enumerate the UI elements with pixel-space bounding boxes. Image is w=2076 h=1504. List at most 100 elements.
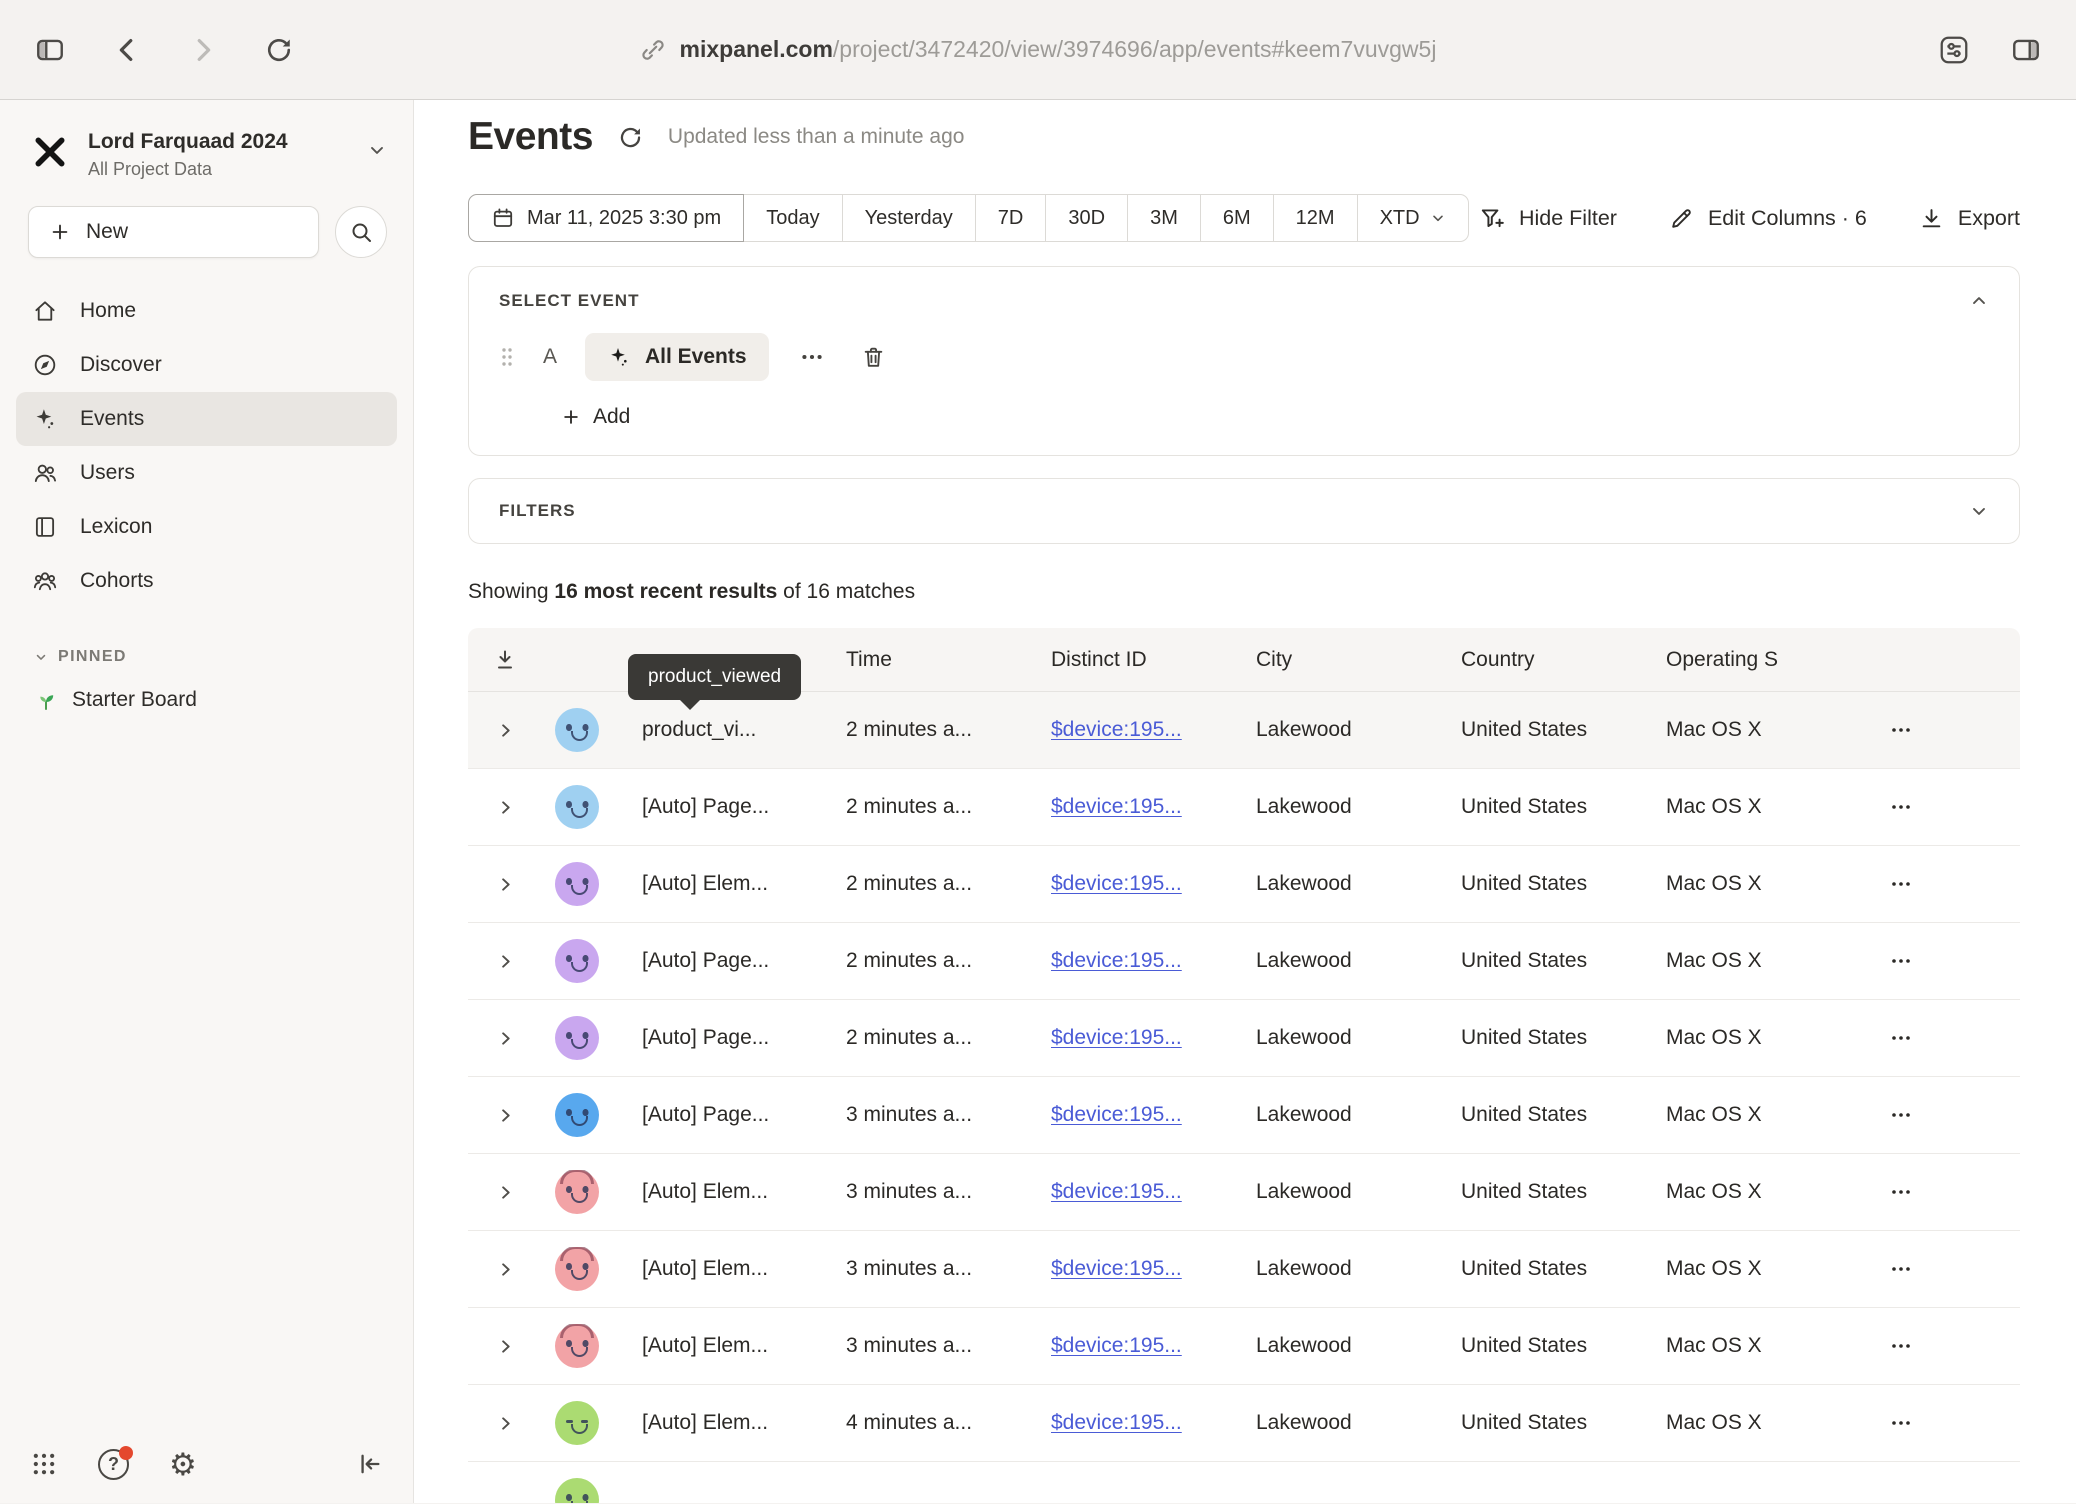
header-country[interactable]: Country xyxy=(1461,648,1666,672)
row-actions-icon[interactable] xyxy=(1883,1020,1919,1056)
chevron-up-icon[interactable] xyxy=(1969,291,1989,311)
header-city[interactable]: City xyxy=(1256,648,1461,672)
distinct-id-link[interactable]: $device:195... xyxy=(1051,1103,1256,1127)
gear-icon[interactable]: ⚙ xyxy=(169,1449,197,1480)
preset-6m[interactable]: 6M xyxy=(1200,194,1274,242)
row-expand-chevron[interactable] xyxy=(468,952,542,971)
distinct-id-link[interactable]: $device:195... xyxy=(1051,1026,1256,1050)
event-name[interactable]: [Auto] Elem... xyxy=(612,1257,846,1281)
distinct-id-link[interactable]: $device:195... xyxy=(1051,1180,1256,1204)
pinned-item-starter-board[interactable]: Starter Board xyxy=(0,676,413,724)
preset-3m[interactable]: 3M xyxy=(1127,194,1201,242)
apps-grid-icon[interactable] xyxy=(30,1450,58,1478)
event-name[interactable]: product_vi... xyxy=(612,718,846,742)
event-name[interactable]: [Auto] Page... xyxy=(612,1103,846,1127)
row-expand-chevron[interactable] xyxy=(468,798,542,817)
address-bar[interactable]: mixpanel.com/project/3472420/view/397469… xyxy=(0,0,2076,99)
distinct-id-link[interactable]: $device:195... xyxy=(1051,795,1256,819)
distinct-id-link[interactable]: $device:195... xyxy=(1051,1257,1256,1281)
distinct-id-link[interactable]: $device:195... xyxy=(1051,1411,1256,1435)
row-expand-chevron[interactable] xyxy=(468,1337,542,1356)
back-icon[interactable] xyxy=(112,35,142,65)
row-expand-chevron[interactable] xyxy=(468,1414,542,1433)
refresh-icon[interactable] xyxy=(617,124,644,151)
drag-handle-icon[interactable] xyxy=(499,345,515,369)
browser-sidebar-toggle-icon[interactable] xyxy=(34,34,66,66)
preset-12m[interactable]: 12M xyxy=(1273,194,1358,242)
distinct-id-link[interactable]: $device:195... xyxy=(1051,1334,1256,1358)
table-row[interactable]: [Auto] Elem... 3 minutes a... $device:19… xyxy=(468,1308,2020,1385)
distinct-id-link[interactable]: $device:195... xyxy=(1051,718,1256,742)
add-event-button[interactable]: Add xyxy=(561,405,630,429)
row-expand-chevron[interactable] xyxy=(468,1183,542,1202)
jump-to-latest-icon[interactable] xyxy=(468,648,542,672)
help-icon[interactable]: ? xyxy=(98,1449,129,1480)
collapse-sidebar-icon[interactable] xyxy=(355,1450,383,1478)
trash-icon[interactable] xyxy=(855,339,892,376)
sidebar-item-discover[interactable]: Discover xyxy=(16,338,397,392)
sidebar-item-lexicon[interactable]: Lexicon xyxy=(16,500,397,554)
header-distinct-id[interactable]: Distinct ID xyxy=(1051,648,1256,672)
browser-extensions-icon[interactable] xyxy=(1938,34,1970,66)
row-expand-chevron[interactable] xyxy=(468,721,542,740)
reload-icon[interactable] xyxy=(264,35,294,65)
sidebar-item-cohorts[interactable]: Cohorts xyxy=(16,554,397,608)
table-row[interactable]: [Auto] Page... 2 minutes a... $device:19… xyxy=(468,1000,2020,1077)
row-actions-icon[interactable] xyxy=(1883,712,1919,748)
row-actions-icon[interactable] xyxy=(1883,866,1919,902)
chevron-down-icon[interactable] xyxy=(1969,501,1989,521)
header-os[interactable]: Operating S xyxy=(1666,648,1881,672)
row-actions-icon[interactable] xyxy=(1883,943,1919,979)
browser-right-panel-icon[interactable] xyxy=(2010,34,2042,66)
row-expand-chevron[interactable] xyxy=(468,1029,542,1048)
preset-xtd[interactable]: XTD xyxy=(1357,194,1469,242)
preset-30d[interactable]: 30D xyxy=(1045,194,1128,242)
event-name[interactable]: [Auto] Page... xyxy=(612,949,846,973)
table-row[interactable]: product_vi... 2 minutes a... $device:195… xyxy=(468,692,2020,769)
hide-filter-button[interactable]: Hide Filter xyxy=(1479,205,1617,231)
event-name[interactable]: [Auto] Elem... xyxy=(612,1180,846,1204)
all-events-chip[interactable]: All Events xyxy=(585,333,769,381)
event-name[interactable]: [Auto] Elem... xyxy=(612,872,846,896)
export-button[interactable]: Export xyxy=(1919,206,2020,231)
sidebar-item-home[interactable]: Home xyxy=(16,284,397,338)
event-options-icon[interactable] xyxy=(793,338,831,376)
date-picker-button[interactable]: Mar 11, 2025 3:30 pm xyxy=(468,194,744,242)
table-row[interactable]: [Auto] Elem... 2 minutes a... $device:19… xyxy=(468,846,2020,923)
row-actions-icon[interactable] xyxy=(1883,789,1919,825)
new-button[interactable]: New xyxy=(28,206,319,258)
row-actions-icon[interactable] xyxy=(1883,1328,1919,1364)
preset-today[interactable]: Today xyxy=(743,194,842,242)
table-row[interactable]: [Auto] Page... 2 minutes a... $device:19… xyxy=(468,769,2020,846)
distinct-id-link[interactable]: $device:195... xyxy=(1051,872,1256,896)
search-button[interactable] xyxy=(335,206,387,258)
table-row-partial[interactable] xyxy=(468,1462,2020,1503)
preset-yesterday[interactable]: Yesterday xyxy=(842,194,976,242)
row-actions-icon[interactable] xyxy=(1883,1174,1919,1210)
row-actions-icon[interactable] xyxy=(1883,1251,1919,1287)
filters-panel[interactable]: FILTERS xyxy=(468,478,2020,544)
header-time[interactable]: Time xyxy=(846,648,1051,672)
distinct-id-link[interactable]: $device:195... xyxy=(1051,949,1256,973)
event-name[interactable]: [Auto] Elem... xyxy=(612,1334,846,1358)
table-row[interactable]: [Auto] Elem... 3 minutes a... $device:19… xyxy=(468,1154,2020,1231)
table-row[interactable]: [Auto] Elem... 3 minutes a... $device:19… xyxy=(468,1231,2020,1308)
event-name[interactable]: [Auto] Page... xyxy=(612,795,846,819)
preset-7d[interactable]: 7D xyxy=(975,194,1047,242)
workspace-switcher[interactable]: Lord Farquaad 2024 All Project Data xyxy=(0,100,413,200)
url-domain: mixpanel.com xyxy=(680,36,833,62)
table-row[interactable]: [Auto] Page... 3 minutes a... $device:19… xyxy=(468,1077,2020,1154)
row-expand-chevron[interactable] xyxy=(468,1260,542,1279)
sidebar-item-events[interactable]: Events xyxy=(16,392,397,446)
table-row[interactable]: [Auto] Page... 2 minutes a... $device:19… xyxy=(468,923,2020,1000)
row-expand-chevron[interactable] xyxy=(468,875,542,894)
pinned-section-toggle[interactable]: PINNED xyxy=(0,618,413,676)
event-name[interactable]: [Auto] Elem... xyxy=(612,1411,846,1435)
row-actions-icon[interactable] xyxy=(1883,1405,1919,1441)
table-row[interactable]: [Auto] Elem... 4 minutes a... $device:19… xyxy=(468,1385,2020,1462)
row-actions-icon[interactable] xyxy=(1883,1097,1919,1133)
sidebar-item-users[interactable]: Users xyxy=(16,446,397,500)
row-expand-chevron[interactable] xyxy=(468,1106,542,1125)
edit-columns-button[interactable]: Edit Columns · 6 xyxy=(1669,206,1867,231)
event-name[interactable]: [Auto] Page... xyxy=(612,1026,846,1050)
